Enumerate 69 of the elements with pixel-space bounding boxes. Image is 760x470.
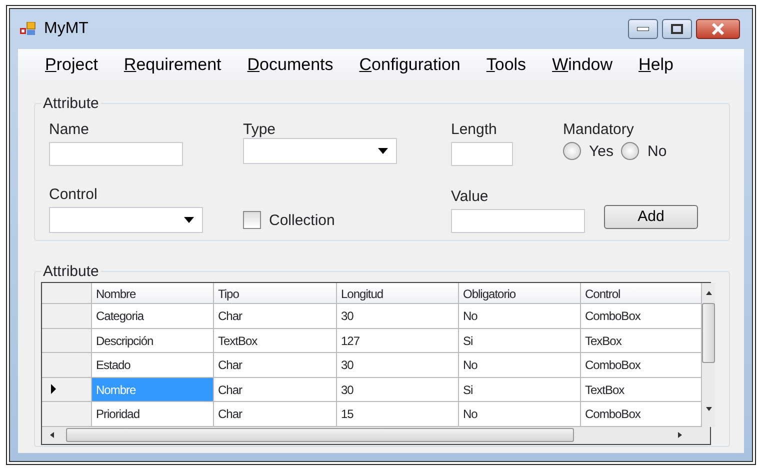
- horizontal-scrollbar[interactable]: [42, 426, 710, 444]
- scroll-left-icon[interactable]: [50, 432, 54, 438]
- row-header: [42, 283, 92, 304]
- menu-item[interactable]: Requirement: [110, 52, 234, 78]
- field-label: Control: [49, 186, 98, 203]
- value-input[interactable]: [451, 209, 585, 233]
- name-input[interactable]: [49, 142, 183, 166]
- row-header[interactable]: [42, 304, 92, 328]
- row-header[interactable]: [42, 353, 92, 378]
- radio-label: No: [647, 142, 667, 160]
- field-label: Name: [49, 121, 90, 138]
- dropdown-caret-icon: [378, 148, 388, 154]
- menu-item[interactable]: Documents: [234, 52, 346, 78]
- scrollbar-thumb[interactable]: [702, 303, 715, 363]
- table-cell[interactable]: Categoria: [92, 304, 214, 328]
- table-cell[interactable]: 30: [337, 378, 459, 402]
- column-header[interactable]: Nombre: [92, 283, 214, 304]
- column-header[interactable]: Tipo: [214, 283, 337, 304]
- scroll-right-icon[interactable]: [678, 432, 682, 438]
- table-cell[interactable]: Si: [459, 328, 581, 353]
- minimize-icon: [637, 27, 649, 31]
- scrollbar-thumb[interactable]: [66, 428, 574, 442]
- menu-item[interactable]: Configuration: [346, 52, 474, 78]
- column-header[interactable]: Control: [581, 283, 702, 304]
- vertical-scrollbar[interactable]: [702, 283, 715, 426]
- radio-button[interactable]: [563, 142, 581, 160]
- table-cell[interactable]: Char: [214, 304, 337, 328]
- collection-checkbox[interactable]: [243, 211, 261, 229]
- table-cell[interactable]: 30: [337, 304, 459, 328]
- table-cell[interactable]: 127: [337, 328, 459, 353]
- current-row-icon: [51, 384, 56, 394]
- table-cell[interactable]: No: [459, 304, 581, 328]
- close-icon: [711, 23, 725, 35]
- close-button[interactable]: [696, 19, 740, 39]
- table-cell[interactable]: TextBox: [214, 328, 337, 353]
- table-cell[interactable]: 30: [337, 353, 459, 378]
- field-label: Mandatory: [563, 121, 635, 138]
- scroll-down-icon[interactable]: [706, 406, 712, 410]
- menu-item[interactable]: Help: [626, 52, 686, 78]
- maximize-button[interactable]: [662, 19, 692, 39]
- radio-button[interactable]: [621, 142, 640, 160]
- dropdown-caret-icon: [184, 217, 194, 223]
- window-title: MyMT: [44, 19, 88, 39]
- menu-item[interactable]: Tools: [473, 52, 540, 78]
- checkbox-label: Collection: [269, 212, 335, 228]
- scroll-up-icon[interactable]: [706, 291, 712, 295]
- row-header[interactable]: [42, 378, 92, 402]
- minimize-button[interactable]: [628, 19, 658, 39]
- row-header[interactable]: [42, 328, 92, 353]
- add-button[interactable]: Add: [604, 205, 698, 229]
- control-dropdown[interactable]: [49, 207, 203, 233]
- app-icon: [20, 22, 36, 36]
- row-header[interactable]: [42, 402, 92, 426]
- table-cell[interactable]: Si: [459, 378, 581, 402]
- table-cell[interactable]: Descripción: [92, 328, 214, 353]
- type-dropdown[interactable]: [243, 138, 397, 164]
- length-input[interactable]: [451, 142, 513, 166]
- radio-label: Yes: [589, 142, 614, 160]
- column-header[interactable]: Obligatorio: [459, 283, 581, 304]
- field-label: Type: [243, 121, 277, 138]
- menu-item[interactable]: Window: [539, 52, 626, 78]
- table-cell[interactable]: Char: [214, 353, 337, 378]
- field-label: Value: [451, 188, 490, 205]
- field-label: Length: [451, 121, 498, 138]
- maximize-icon: [671, 24, 683, 34]
- column-header[interactable]: Longitud: [337, 283, 459, 304]
- menu-item[interactable]: Project: [32, 52, 111, 78]
- table-cell[interactable]: Char: [214, 378, 337, 402]
- table-cell[interactable]: No: [459, 353, 581, 378]
